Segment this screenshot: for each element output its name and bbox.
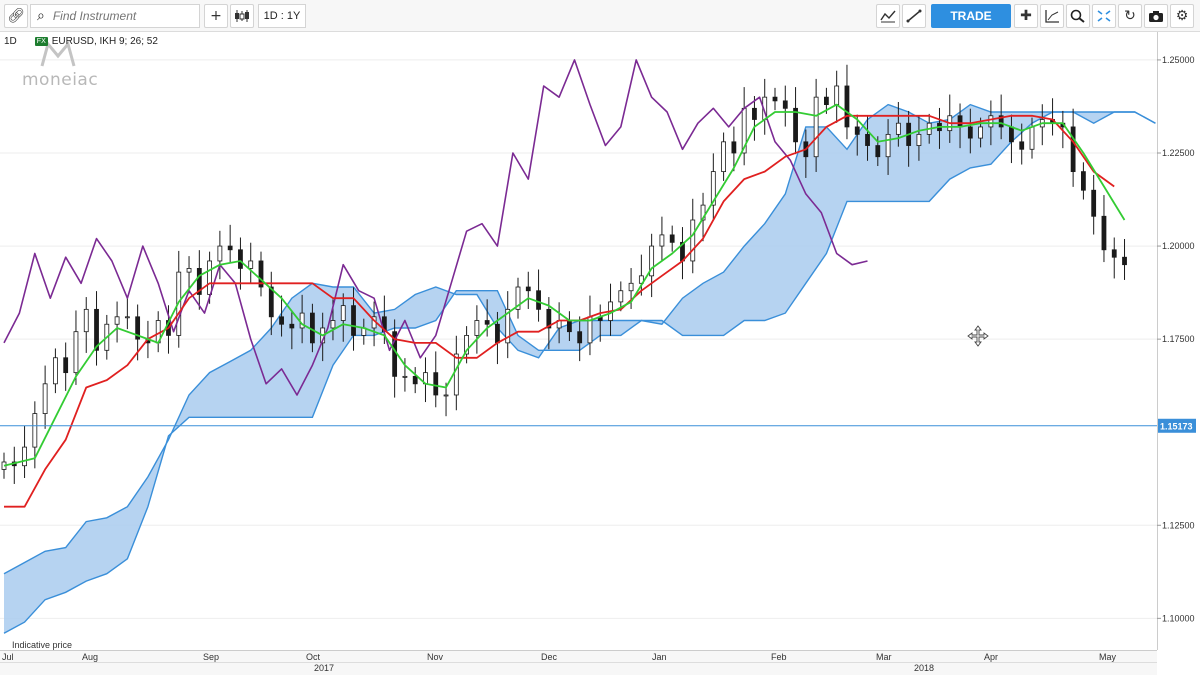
search-icon: ⌕ xyxy=(37,8,45,24)
ichimoku-chart[interactable]: 1.15173 1.25000 1.22500 1.20000 1.17500 1.12… xyxy=(0,32,1200,675)
search-input[interactable] xyxy=(50,8,185,24)
indicative-price-label: Indicative price xyxy=(12,640,73,650)
zoom-icon xyxy=(1070,9,1085,23)
add-button[interactable]: + xyxy=(204,4,228,28)
watermark: moneiac xyxy=(22,70,99,90)
timeframe-label: 1D xyxy=(4,36,17,47)
link-icon: 🔗︎ xyxy=(7,8,25,24)
trendline-icon xyxy=(906,9,922,23)
month-label: Jul xyxy=(2,652,14,662)
settings-icon: ⚙ xyxy=(1175,8,1189,24)
month-label: Mar xyxy=(876,652,892,662)
snapshot-button[interactable] xyxy=(1144,4,1168,28)
fit-icon xyxy=(1097,10,1111,22)
year-label: 2018 xyxy=(914,663,934,673)
month-label: Dec xyxy=(541,652,558,662)
fit-button[interactable] xyxy=(1092,4,1116,28)
indicators-button[interactable] xyxy=(876,4,900,28)
toolbar: 🔗︎ ⌕ + 1D : 1Y TRADE ✚ ↻ ⚙ xyxy=(0,0,1200,32)
trade-button[interactable]: TRADE xyxy=(931,4,1011,28)
refresh-button[interactable]: ↻ xyxy=(1118,4,1142,28)
axis-icon xyxy=(1045,10,1059,23)
fx-badge: FX xyxy=(34,37,48,46)
year-label: 2017 xyxy=(314,663,334,673)
month-label: Feb xyxy=(771,652,787,662)
link-button[interactable]: 🔗︎ xyxy=(4,4,28,28)
y-tick-label: 1.17500 xyxy=(1162,334,1195,344)
month-label: Jan xyxy=(652,652,667,662)
zoom-button[interactable] xyxy=(1066,4,1090,28)
chart-area[interactable]: 1.15173 1.25000 1.22500 1.20000 1.17500 1.12… xyxy=(0,32,1200,675)
plus-icon: + xyxy=(210,8,222,24)
month-label: Apr xyxy=(984,652,998,662)
month-label: May xyxy=(1099,652,1117,662)
candles-icon xyxy=(235,10,249,22)
instrument-search[interactable]: ⌕ xyxy=(30,4,200,28)
axis-button[interactable] xyxy=(1040,4,1064,28)
period-selector[interactable]: 1D : 1Y xyxy=(258,4,306,28)
indicator-icon xyxy=(880,10,896,23)
y-tick-label: 1.20000 xyxy=(1162,241,1195,251)
month-label: Aug xyxy=(82,652,98,662)
crosshair-button[interactable]: ✚ xyxy=(1014,4,1038,28)
trendline-button[interactable] xyxy=(902,4,926,28)
month-label: Sep xyxy=(203,652,219,662)
instrument-description: EURUSD, IKH 9; 26; 52 xyxy=(51,36,158,47)
y-tick-label: 1.25000 xyxy=(1162,55,1195,65)
chart-type-button[interactable] xyxy=(230,4,254,28)
instrument-label: 1D FX EURUSD, IKH 9; 26; 52 xyxy=(4,36,158,47)
y-axis: 1.25000 1.22500 1.20000 1.17500 1.12500 1.100… xyxy=(1157,55,1195,623)
crosshair-icon: ✚ xyxy=(1020,8,1032,24)
month-label: Nov xyxy=(427,652,444,662)
y-tick-label: 1.22500 xyxy=(1162,148,1195,158)
current-price-label: 1.15173 xyxy=(1160,421,1193,431)
y-tick-label: 1.12500 xyxy=(1162,520,1195,530)
settings-button[interactable]: ⚙ xyxy=(1170,4,1194,28)
month-label: Oct xyxy=(306,652,321,662)
y-tick-label: 1.10000 xyxy=(1162,613,1195,623)
camera-icon xyxy=(1149,11,1163,22)
refresh-icon: ↻ xyxy=(1124,8,1136,24)
